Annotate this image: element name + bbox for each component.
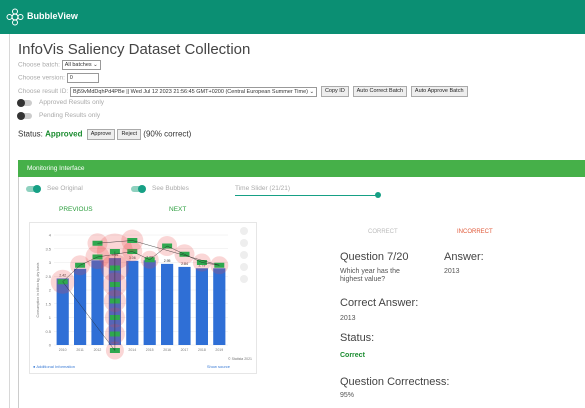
result-label: Choose result ID: (18, 88, 69, 96)
y-tick-label: 2.5 (45, 274, 51, 279)
brand-name[interactable]: BubbleView (27, 11, 78, 21)
bar-chart: 0 0.5 1 1.5 2 2.5 3 3.5 4 Consumption in billion … (36, 229, 229, 360)
correct-answer-value: 2013 (340, 315, 356, 322)
x-tick-label: 2014 (128, 348, 136, 352)
x-tick-label: 2012 (94, 348, 102, 352)
x-tick-label: 2018 (198, 348, 206, 352)
x-tick-label: 2016 (163, 348, 171, 352)
statista-credit: © Statista 2021 (228, 357, 252, 361)
reject-button[interactable]: Reject (117, 129, 142, 140)
approved-only-label: Approved Results only (39, 99, 105, 106)
copy-id-button[interactable]: Copy ID (320, 86, 349, 97)
share-icon[interactable] (240, 263, 248, 271)
batch-select[interactable]: All batches ⌄ (61, 60, 101, 70)
y-axis-label: Consumption in billion kg, dry basis (36, 262, 40, 317)
time-slider-label: Time Slider (21/21) (235, 185, 291, 192)
approved-only-toggle[interactable] (17, 99, 32, 107)
x-tick-label: 2010 (59, 348, 67, 352)
quote-icon[interactable] (240, 275, 248, 283)
question-heading: Question 7/20 (340, 251, 409, 263)
left-divider (9, 34, 10, 408)
x-tick-label: 2011 (76, 348, 84, 352)
question-text: Which year has the highest value? (340, 268, 400, 283)
x-tick-label: 2019 (215, 348, 223, 352)
result-row: Choose result ID: Bj59vMdDqhPd4PBe || We… (18, 86, 468, 97)
bar-2015 (143, 260, 156, 345)
bar-2012 (91, 260, 104, 345)
question-status-value: Correct (340, 352, 365, 359)
answer-value: 2013 (444, 268, 460, 275)
chart-container: 0 0.5 1 1.5 2 2.5 3 3.5 4 Consumption in billion … (29, 222, 257, 374)
status-row: Status: Approved Approve Reject (90% cor… (18, 129, 191, 140)
bar-2014 (126, 260, 139, 345)
chevron-down-icon: ⌄ (93, 62, 98, 68)
y-tick-label: 1.5 (45, 301, 51, 306)
bar-2011 (74, 268, 87, 345)
bubbleview-logo-icon (6, 8, 24, 26)
chevron-down-icon: ⌄ (309, 88, 315, 95)
question-correctness-label: Question Correctness: (340, 376, 450, 388)
correct-answer-label: Correct Answer: (340, 297, 419, 309)
additional-info-link[interactable]: ● Additional Information (33, 364, 75, 369)
y-tick-label: 3 (49, 260, 52, 265)
result-select[interactable]: Bj59vMdDqhPd4PBe || Wed Jul 12 2023 21:5… (70, 86, 318, 97)
star-icon[interactable] (240, 227, 248, 235)
pending-only-toggle[interactable] (17, 112, 32, 120)
data-label: 2.95 (164, 259, 171, 263)
y-tick-label: 0 (49, 343, 52, 348)
app-header: BubbleView (0, 0, 585, 34)
bar-2018 (195, 268, 208, 345)
see-original-toggle[interactable] (26, 185, 41, 193)
question-status-label: Status: (340, 332, 375, 344)
batch-label: Choose batch: (18, 61, 60, 69)
x-tick-label: 2017 (181, 348, 189, 352)
answer-label: Answer: (444, 251, 484, 263)
auto-correct-batch-button[interactable]: Auto Correct Batch (352, 86, 408, 97)
bar-2019 (213, 268, 226, 345)
see-original-label: See Original (47, 185, 83, 192)
incorrect-tab[interactable]: INCORRECT (457, 229, 493, 235)
time-slider-track[interactable] (235, 192, 381, 198)
approve-button[interactable]: Approve (86, 129, 116, 140)
status-percent: (90% correct) (143, 129, 192, 139)
page-title: InfoVis Saliency Dataset Collection (18, 41, 251, 58)
time-slider-handle[interactable] (375, 192, 381, 198)
y-tick-label: 1 (49, 315, 52, 320)
status-label: Status: (18, 129, 43, 139)
y-tick-label: 4 (49, 233, 52, 238)
bar-2017 (178, 266, 191, 345)
show-source-link[interactable]: Show source (207, 364, 230, 369)
version-input[interactable]: 0 (66, 73, 99, 83)
chart-toolbar (240, 227, 248, 287)
version-label: Choose version: (18, 74, 65, 82)
bar-2016 (161, 263, 174, 345)
bell-icon[interactable] (240, 239, 248, 247)
y-tick-label: 3.5 (45, 246, 51, 251)
x-tick-label: 2015 (146, 348, 154, 352)
see-bubbles-toggle[interactable] (131, 185, 146, 193)
version-row: Choose version: 0 (18, 73, 99, 83)
batch-row: Choose batch: All batches ⌄ (18, 60, 101, 70)
monitoring-title: Monitoring Interface (27, 165, 85, 172)
auto-approve-batch-button[interactable]: Auto Approve Batch (410, 86, 468, 97)
y-tick-label: 2 (49, 288, 52, 293)
monitoring-header: Monitoring Interface (18, 160, 585, 177)
y-tick-label: 0.5 (45, 329, 51, 334)
previous-button[interactable]: PREVIOUS (59, 206, 93, 213)
settings-icon[interactable] (240, 251, 248, 259)
correct-tab[interactable]: CORRECT (368, 229, 398, 235)
pending-only-label: Pending Results only (39, 112, 101, 119)
question-correctness-value: 95% (340, 392, 355, 399)
see-bubbles-label: See Bubbles (152, 185, 189, 192)
status-value: Approved (45, 129, 83, 139)
next-button[interactable]: NEXT (169, 206, 186, 213)
